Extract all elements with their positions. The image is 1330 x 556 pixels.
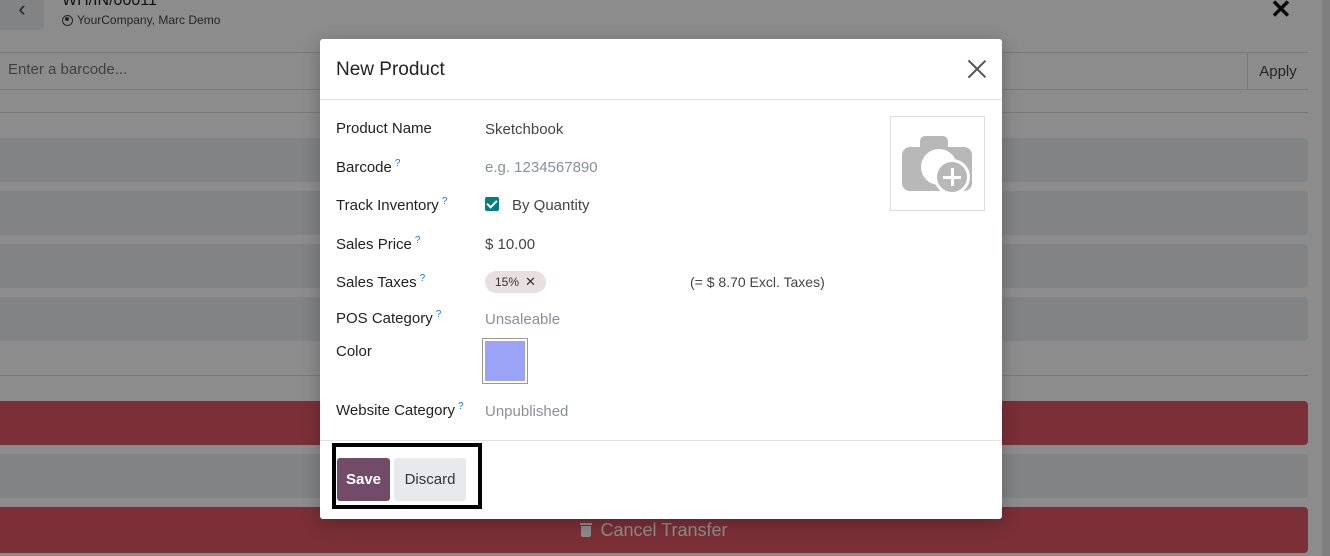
pos-category-label: POS Category?	[336, 309, 442, 327]
color-picker[interactable]	[482, 338, 528, 384]
website-category-field[interactable]: Unpublished	[485, 403, 568, 420]
help-icon[interactable]: ?	[436, 309, 442, 320]
color-label: Color	[336, 343, 372, 360]
save-button[interactable]: Save	[337, 458, 390, 501]
product-name-input[interactable]: Sketchbook	[485, 121, 563, 138]
track-inventory-label: Track Inventory?	[336, 196, 448, 214]
dialog-header: New Product	[320, 39, 1002, 100]
sales-tax-tag[interactable]: 15% ✕	[485, 271, 546, 293]
help-icon[interactable]: ?	[458, 401, 464, 412]
discard-button[interactable]: Discard	[394, 458, 466, 501]
tax-tag-label: 15%	[495, 275, 520, 289]
barcode-label: Barcode?	[336, 158, 401, 176]
sales-taxes-label: Sales Taxes?	[336, 273, 426, 291]
website-category-label: Website Category?	[336, 401, 464, 419]
color-swatch[interactable]	[485, 341, 525, 381]
help-icon[interactable]: ?	[415, 235, 421, 246]
excl-taxes-amount: (= $ 8.70 Excl. Taxes)	[690, 274, 825, 290]
barcode-field[interactable]: e.g. 1234567890	[485, 159, 598, 176]
pos-category-field[interactable]: Unsaleable	[485, 311, 560, 328]
track-inventory-value[interactable]: By Quantity	[512, 197, 590, 214]
remove-tag-icon[interactable]: ✕	[525, 274, 536, 290]
dialog-title: New Product	[336, 59, 445, 80]
new-product-dialog: New Product Product Name Sketchbook Barc…	[320, 39, 1002, 519]
product-name-label: Product Name	[336, 120, 432, 137]
track-inventory-checkbox[interactable]	[485, 197, 499, 211]
help-icon[interactable]: ?	[420, 273, 426, 284]
dialog-footer-divider	[320, 440, 1002, 441]
sales-price-input[interactable]: $ 10.00	[485, 236, 535, 253]
sales-price-label: Sales Price?	[336, 235, 421, 253]
close-icon[interactable]	[966, 58, 988, 80]
product-image-upload[interactable]	[890, 116, 985, 211]
help-icon[interactable]: ?	[395, 158, 401, 169]
help-icon[interactable]: ?	[442, 196, 448, 207]
